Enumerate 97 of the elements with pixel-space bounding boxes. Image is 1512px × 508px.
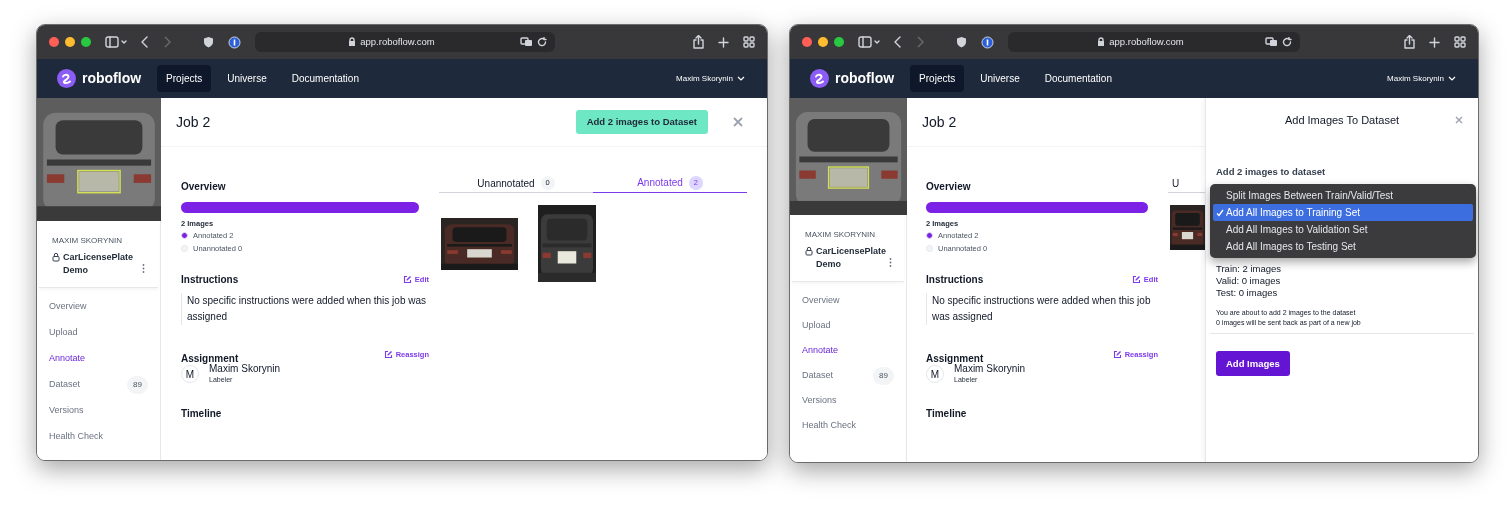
sidebar-item[interactable]: Annotate — [49, 349, 148, 369]
shield-icon[interactable] — [203, 36, 214, 48]
sidebar-icon[interactable] — [858, 36, 880, 48]
menu-item[interactable]: Add All Images to Testing Set — [1213, 238, 1473, 255]
edit-icon — [402, 274, 412, 284]
lock-icon — [805, 246, 813, 256]
address-bar[interactable]: app.roboflow.com — [255, 32, 555, 52]
sidebar-item[interactable]: Annotate — [802, 341, 894, 361]
menu-item[interactable]: Add All Images to Training Set — [1213, 204, 1473, 221]
section-heading: Overview — [181, 180, 227, 194]
nav-link[interactable]: Documentation — [282, 65, 368, 92]
minimize-window-button[interactable] — [818, 37, 828, 47]
nav-link[interactable]: Projects — [157, 65, 212, 92]
shield-icon[interactable] — [956, 36, 967, 48]
nav-link[interactable]: Universe — [971, 65, 1029, 92]
owner-name: MAXIM SKORYNIN — [52, 235, 124, 247]
user-name: Maxim Skorynin — [1387, 72, 1444, 85]
reload-icon[interactable] — [537, 37, 547, 47]
new-tab-icon[interactable] — [1429, 36, 1440, 48]
tab[interactable]: U — [1168, 173, 1205, 193]
assignee-name: Maxim Skorynin — [209, 363, 281, 375]
translate-icon[interactable] — [520, 37, 533, 47]
url-text: app.roboflow.com — [1109, 34, 1184, 49]
sidebar-item[interactable]: Overview — [802, 291, 894, 311]
lock-icon — [1097, 37, 1106, 47]
section-heading: Assignment — [926, 352, 984, 366]
section-heading: Timeline — [926, 406, 968, 421]
url-text: app.roboflow.com — [360, 34, 435, 49]
panel-title: Add Images To Dataset — [1284, 112, 1400, 128]
menu-item[interactable]: Add All Images to Validation Set — [1213, 221, 1473, 238]
back-icon[interactable] — [894, 36, 902, 48]
distribution-text: Train: 2 images — [1216, 263, 1283, 276]
sidebar-icon[interactable] — [105, 36, 127, 48]
close-window-button[interactable] — [802, 37, 812, 47]
brand-name: roboflow — [82, 69, 142, 88]
section-heading: Instructions — [181, 272, 239, 287]
close-window-button[interactable] — [49, 37, 59, 47]
sidebar-item[interactable]: Health Check — [802, 416, 894, 436]
nav-link[interactable]: Universe — [218, 65, 276, 92]
sidebar-item[interactable]: Upload — [802, 316, 894, 336]
user-menu[interactable]: Maxim Skorynin — [676, 72, 745, 85]
translate-icon[interactable] — [1265, 37, 1278, 47]
distribution-text: Valid: 0 images — [1216, 275, 1282, 288]
job-title: Job 2 — [922, 112, 958, 132]
sidebar-item[interactable]: Overview — [49, 297, 148, 317]
count-badge: 89 — [873, 367, 894, 385]
share-icon[interactable] — [1404, 35, 1415, 49]
user-menu[interactable]: Maxim Skorynin — [1387, 72, 1456, 85]
panel-subheading: Add 2 images to dataset — [1216, 165, 1327, 179]
lock-icon — [348, 37, 357, 47]
count-badge: 89 — [127, 376, 148, 394]
logo-icon[interactable] — [810, 69, 829, 88]
zoom-window-button[interactable] — [81, 37, 91, 47]
nav-link[interactable]: Documentation — [1035, 65, 1121, 92]
reload-icon[interactable] — [1282, 37, 1292, 47]
back-icon[interactable] — [141, 36, 149, 48]
share-icon[interactable] — [693, 35, 704, 49]
sidebar-item[interactable]: Upload — [49, 323, 148, 343]
job-title: Job 2 — [176, 112, 212, 132]
chevron-down-icon — [1448, 76, 1456, 81]
more-options-icon[interactable] — [142, 264, 145, 273]
instructions-text: No specific instructions were added when this job was assigned — [187, 293, 427, 324]
sidebar-item[interactable]: Dataset 89 — [802, 366, 894, 386]
distribution-text: Test: 0 images — [1216, 287, 1279, 300]
project-name: CarLicensePlate Demo — [816, 245, 887, 271]
user-name: Maxim Skorynin — [676, 72, 733, 85]
edit-icon — [1131, 274, 1141, 284]
chevron-down-icon — [737, 76, 745, 81]
new-tab-icon[interactable] — [718, 36, 729, 48]
section-heading: Instructions — [926, 272, 984, 287]
zoom-window-button[interactable] — [834, 37, 844, 47]
check-icon — [1216, 208, 1224, 217]
more-options-icon[interactable] — [889, 258, 893, 267]
logo-icon[interactable] — [57, 69, 76, 88]
instructions-text: No specific instructions were added when this job was assigned — [932, 293, 1152, 324]
section-heading: Overview — [926, 180, 972, 194]
tab-overview-icon[interactable] — [1454, 36, 1466, 48]
sidebar-item[interactable]: Versions — [49, 401, 148, 421]
tab-overview-icon[interactable] — [743, 36, 755, 48]
add-images-button[interactable]: Add Images — [1216, 351, 1290, 377]
brand-name: roboflow — [835, 69, 895, 88]
sidebar-item[interactable]: Dataset 89 — [49, 375, 148, 395]
section-heading: Timeline — [181, 406, 223, 421]
section-heading: Assignment — [181, 352, 239, 366]
sidebar-item[interactable]: Health Check — [49, 427, 148, 447]
add-to-dataset-button[interactable]: Add 2 images to Dataset — [575, 110, 708, 134]
project-name: CarLicensePlate Demo — [63, 251, 135, 277]
menu-item[interactable]: Split Images Between Train/Valid/Test — [1213, 187, 1473, 204]
lock-icon — [52, 252, 60, 262]
minimize-window-button[interactable] — [65, 37, 75, 47]
nav-link[interactable]: Projects — [910, 65, 965, 92]
edit-icon — [383, 349, 393, 359]
edit-icon — [1112, 349, 1122, 359]
sidebar-item[interactable]: Versions — [802, 391, 894, 411]
owner-name: MAXIM SKORYNIN — [805, 229, 877, 241]
assignee-name: Maxim Skorynin — [954, 363, 1026, 375]
address-bar[interactable]: app.roboflow.com — [1008, 32, 1300, 52]
